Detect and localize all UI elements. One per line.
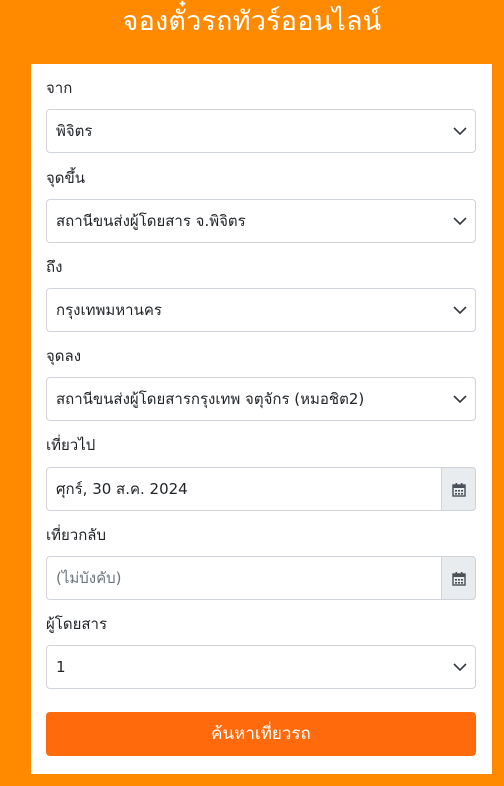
from-label: จาก — [46, 79, 73, 97]
return-date-input[interactable]: (ไม่บังคับ) — [46, 556, 476, 600]
boarding-point-select[interactable]: สถานีขนส่งผู้โดยสาร จ.พิจิตร — [46, 199, 476, 243]
return-label: เที่ยวกลับ — [46, 526, 107, 544]
return-date-placeholder: (ไม่บังคับ) — [56, 569, 122, 587]
passengers-label: ผู้โดยสาร — [46, 615, 108, 633]
calendar-icon — [452, 572, 466, 586]
booking-form: จาก พิจิตร จุดขึ้น สถานีขนส่งผู้โดยสาร จ… — [31, 64, 492, 774]
return-calendar-button[interactable] — [441, 556, 476, 600]
from-select-value: พิจิตร — [56, 122, 93, 140]
departure-label: เที่ยวไป — [46, 436, 96, 454]
chevron-down-icon — [453, 217, 467, 226]
boarding-point-select-value: สถานีขนส่งผู้โดยสาร จ.พิจิตร — [56, 212, 246, 230]
departure-calendar-button[interactable] — [441, 467, 476, 511]
chevron-down-icon — [453, 306, 467, 315]
drop-point-select-value: สถานีขนส่งผู้โดยสารกรุงเทพ จตุจักร (หมอช… — [56, 390, 365, 408]
drop-point-select[interactable]: สถานีขนส่งผู้โดยสารกรุงเทพ จตุจักร (หมอช… — [46, 377, 476, 421]
passengers-select[interactable]: 1 — [46, 645, 476, 689]
from-select[interactable]: พิจิตร — [46, 109, 476, 153]
boarding-point-label: จุดขึ้น — [46, 169, 86, 187]
chevron-down-icon — [453, 395, 467, 404]
to-select-value: กรุงเทพมหานคร — [56, 301, 162, 319]
page-title: จองตั๋วรถทัวร์ออนไลน์ — [122, 6, 382, 37]
passengers-select-value: 1 — [56, 658, 66, 676]
to-select[interactable]: กรุงเทพมหานคร — [46, 288, 476, 332]
drop-point-label: จุดลง — [46, 347, 82, 365]
departure-date-value: ศุกร์, 30 ส.ค. 2024 — [56, 480, 188, 498]
to-label: ถึง — [46, 258, 63, 276]
search-trips-button[interactable]: ค้นหาเที่ยวรถ — [46, 712, 476, 756]
chevron-down-icon — [453, 663, 467, 672]
chevron-down-icon — [453, 127, 467, 136]
calendar-icon — [452, 483, 466, 497]
departure-date-input[interactable]: ศุกร์, 30 ส.ค. 2024 — [46, 467, 476, 511]
